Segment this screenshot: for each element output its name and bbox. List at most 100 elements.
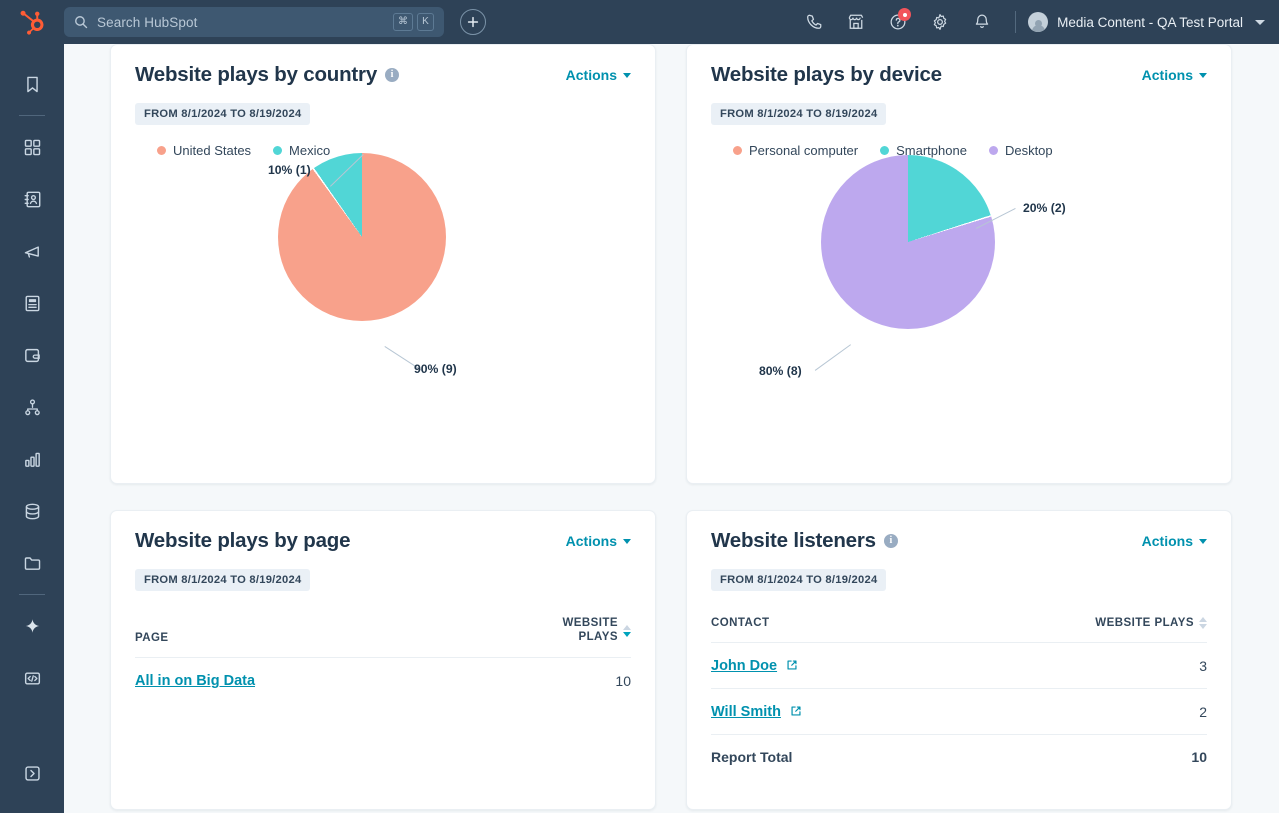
data-management-icon: [23, 502, 42, 521]
developer-code-icon: [23, 669, 42, 688]
help-notification-badge: [898, 8, 911, 21]
column-header-website-plays[interactable]: WEBSITE PLAYS: [451, 617, 631, 658]
report-total-label: Report Total: [711, 735, 933, 780]
library-folder-icon: [23, 554, 42, 573]
contact-plays-cell: 2: [933, 689, 1207, 735]
sort-ascending-icon[interactable]: [623, 625, 631, 630]
ai-sparkle-icon: [23, 617, 42, 636]
sidebar-item-ai[interactable]: [0, 600, 64, 652]
sort-descending-icon[interactable]: [623, 632, 631, 637]
sidebar-divider-bottom: [19, 594, 45, 595]
sidebar-item-data-management[interactable]: [0, 485, 64, 537]
account-menu[interactable]: Media Content - QA Test Portal: [1028, 12, 1265, 32]
sidebar-item-reporting[interactable]: [0, 433, 64, 485]
pie-chart-country[interactable]: 10% (1) 90% (9): [135, 168, 631, 418]
reporting-bar-chart-icon: [23, 450, 42, 469]
dashboard-canvas: Website plays by country i Actions FROM …: [64, 44, 1279, 813]
shortcut-letter-key: K: [417, 13, 434, 31]
sort-arrows[interactable]: [623, 625, 631, 637]
notifications-bell-icon[interactable]: [961, 0, 1003, 44]
column-header-label: WEBSITE PLAYS: [1095, 617, 1194, 629]
legend-item-personal-computer[interactable]: Personal computer: [733, 143, 858, 158]
chevron-down-icon: [623, 73, 631, 78]
phone-icon[interactable]: [793, 0, 835, 44]
legend-label: Personal computer: [749, 143, 858, 158]
legend-item-united-states[interactable]: United States: [157, 143, 251, 158]
table-row: John Doe 3: [711, 643, 1207, 689]
actions-menu[interactable]: Actions: [1142, 67, 1207, 83]
leader-line-desktop: [815, 344, 851, 371]
card-header: Website plays by country i Actions: [135, 63, 631, 87]
date-range-badge: FROM 8/1/2024 TO 8/19/2024: [711, 103, 886, 125]
contact-link[interactable]: John Doe: [711, 658, 777, 674]
sidebar-item-expand[interactable]: [0, 747, 64, 799]
table-total-row: Report Total 10: [711, 735, 1207, 780]
column-header-website-plays[interactable]: WEBSITE PLAYS: [933, 617, 1207, 643]
page-name-cell: All in on Big Data: [135, 658, 451, 704]
hubspot-logo[interactable]: [0, 0, 64, 44]
settings-gear-icon[interactable]: [919, 0, 961, 44]
help-icon[interactable]: [877, 0, 919, 44]
legend-color-swatch: [157, 146, 166, 155]
actions-menu[interactable]: Actions: [566, 533, 631, 549]
sort-descending-icon[interactable]: [1199, 624, 1207, 629]
card-header: Website plays by device Actions: [711, 63, 1207, 87]
column-header-page[interactable]: PAGE: [135, 617, 451, 658]
report-total-value: 10: [933, 735, 1207, 780]
sidebar-item-content[interactable]: [0, 277, 64, 329]
search-input[interactable]: Search HubSpot ⌘ K: [64, 7, 444, 37]
legend-item-desktop[interactable]: Desktop: [989, 143, 1053, 158]
sidebar-item-automations[interactable]: [0, 381, 64, 433]
contact-link[interactable]: Will Smith: [711, 704, 781, 720]
external-link-icon[interactable]: [786, 658, 798, 674]
contact-name-cell: John Doe: [711, 643, 933, 689]
create-new-button[interactable]: [460, 9, 486, 35]
shortcut-modifier-key: ⌘: [393, 13, 413, 31]
legend-color-swatch: [880, 146, 889, 155]
sidebar-item-marketing[interactable]: [0, 225, 64, 277]
nav-divider: [1015, 11, 1016, 33]
chevron-down-icon: [1199, 539, 1207, 544]
chevron-down-icon: [1199, 73, 1207, 78]
content-icon: [23, 294, 42, 313]
table-header: PAGE WEBSITE PLAYS: [135, 617, 631, 658]
legend-item-mexico[interactable]: Mexico: [273, 143, 330, 158]
pie-slices: [821, 155, 995, 329]
plus-icon: [467, 16, 479, 28]
sidebar-divider-top: [19, 115, 45, 116]
actions-menu[interactable]: Actions: [566, 67, 631, 83]
table-header-row: CONTACT WEBSITE PLAYS: [711, 617, 1207, 643]
info-icon[interactable]: i: [385, 68, 399, 82]
external-link-icon[interactable]: [790, 704, 802, 720]
marketplace-icon[interactable]: [835, 0, 877, 44]
expand-sidebar-icon: [23, 764, 42, 783]
chevron-down-icon: [1255, 20, 1265, 25]
table-row: Will Smith 2: [711, 689, 1207, 735]
card-header: Website listeners i Actions: [711, 529, 1207, 553]
search-placeholder: Search HubSpot: [97, 15, 384, 30]
sidebar-item-bookmarks[interactable]: [0, 58, 64, 110]
account-name: Media Content - QA Test Portal: [1057, 15, 1243, 30]
pie-label-desktop: 80% (8): [759, 364, 802, 378]
sidebar-item-crm[interactable]: [0, 173, 64, 225]
nav-right-cluster: Media Content - QA Test Portal: [793, 0, 1279, 44]
sidebar-item-workspaces[interactable]: [0, 121, 64, 173]
actions-menu[interactable]: Actions: [1142, 533, 1207, 549]
pie-chart-device[interactable]: 20% (2) 80% (8): [711, 168, 1207, 418]
actions-label: Actions: [566, 67, 617, 83]
report-grid: Website plays by country i Actions FROM …: [64, 44, 1279, 810]
page-link[interactable]: All in on Big Data: [135, 673, 255, 689]
column-header-contact[interactable]: CONTACT: [711, 617, 933, 643]
legend-label: Desktop: [1005, 143, 1053, 158]
sidebar-item-library[interactable]: [0, 537, 64, 589]
avatar: [1028, 12, 1048, 32]
sort-arrows[interactable]: [1199, 617, 1207, 629]
sidebar-item-commerce[interactable]: [0, 329, 64, 381]
pie-label-smartphone: 20% (2): [1023, 201, 1066, 215]
card-header: Website plays by page Actions: [135, 529, 631, 553]
info-icon[interactable]: i: [884, 534, 898, 548]
sort-ascending-icon[interactable]: [1199, 617, 1207, 622]
sidebar-item-developer[interactable]: [0, 652, 64, 704]
chevron-down-icon: [623, 539, 631, 544]
website-listeners-table: CONTACT WEBSITE PLAYS: [711, 617, 1207, 779]
